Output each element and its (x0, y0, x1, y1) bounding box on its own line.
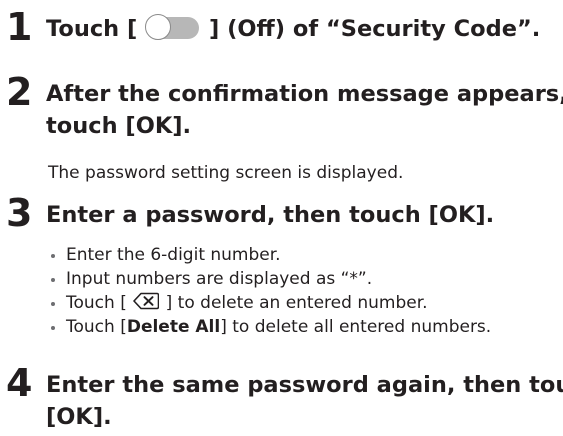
list-item: Enter the 6-digit number. (48, 243, 491, 267)
step-number: 1 (6, 5, 33, 49)
bullet-icon (51, 278, 55, 282)
backspace-key-icon (133, 292, 160, 310)
security-code-toggle-icon (145, 13, 200, 40)
step-title: Touch [ ] (Off) of “Security Code”. (46, 13, 540, 45)
step-number: 4 (6, 361, 33, 405)
step-title-line-1: Enter the same password again, then touc… (46, 372, 563, 398)
bullet-icon (51, 302, 55, 306)
list-item-text: Touch [ (66, 293, 127, 313)
step-title-line-2: [OK]. (46, 404, 112, 430)
step-title-line-1: After the confirmation message appears, (46, 81, 563, 107)
instruction-page: 1 Touch [ ] (Off) of “Security Code”. 2 … (0, 0, 563, 436)
step-title-line-2: touch [OK]. (46, 113, 192, 139)
list-item-text: ] to delete an entered number. (165, 293, 428, 313)
step-number: 3 (6, 191, 33, 235)
bullet-icon (51, 254, 55, 258)
list-item: Touch [ ] to delete an entered number. (48, 291, 491, 315)
step-description: The password setting screen is displayed… (48, 163, 404, 183)
list-item: Input numbers are displayed as “*”. (48, 267, 491, 291)
list-item-text: ] to delete all entered numbers. (220, 317, 492, 337)
step-number: 2 (6, 70, 33, 114)
list-item-text: Enter the 6-digit number. (66, 245, 281, 265)
list-item: Touch [Delete All] to delete all entered… (48, 315, 491, 339)
list-item-text: Input numbers are displayed as “*”. (66, 269, 373, 289)
step-title-text: Touch [ (46, 16, 138, 42)
step-title: Enter a password, then touch [OK]. (46, 202, 495, 228)
step-bullet-list: Enter the 6-digit number. Input numbers … (48, 243, 491, 339)
delete-all-label: Delete All (126, 317, 221, 337)
step-title-text: ] (Off) of “Security Code”. (209, 16, 541, 42)
toggle-knob (145, 13, 172, 40)
bullet-icon (51, 326, 55, 330)
list-item-text: Touch [ (66, 317, 127, 337)
